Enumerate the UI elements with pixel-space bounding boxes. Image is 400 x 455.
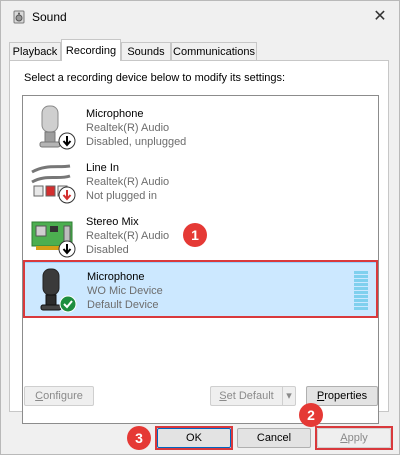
device-name: Microphone [86,108,144,120]
speaker-icon [11,9,27,25]
title-bar: Sound ✕ [1,1,399,33]
annotation-highlight-apply [315,426,393,450]
device-driver: Realtek(R) Audio [86,122,170,134]
set-default-button[interactable]: Set Default [210,386,282,406]
device-driver: Realtek(R) Audio [86,176,170,188]
device-name: Line In [86,162,120,174]
device-status: Disabled, unplugged [86,136,187,148]
annotation-badge: 3 [127,426,151,450]
device-status: Not plugged in [86,190,157,202]
annotation-highlight-selected-device [23,260,378,318]
annotation-badge: 1 [183,223,207,247]
tab-communications[interactable]: Communications [171,42,257,60]
device-list: Microphone Realtek(R) Audio Disabled, un… [22,95,379,424]
down-arrow-badge-icon [58,132,76,153]
red-down-arrow-badge-icon [58,186,76,207]
tab-playback[interactable]: Playback [9,42,61,60]
chevron-down-icon: ▾ [286,390,292,402]
window-title: Sound [32,10,67,24]
properties-button[interactable]: Properties [306,386,378,406]
tab-strip: Playback Recording Sounds Communications [9,39,389,61]
annotation-highlight-ok [155,426,233,450]
configure-button[interactable]: Configure [24,386,94,406]
device-status: Disabled [86,244,129,256]
cancel-button[interactable]: Cancel [237,428,311,448]
device-row-line-in[interactable]: Line In Realtek(R) Audio Not plugged in [24,154,377,210]
device-row-microphone-realtek[interactable]: Microphone Realtek(R) Audio Disabled, un… [24,100,377,156]
close-button[interactable]: ✕ [369,6,391,28]
device-driver: Realtek(R) Audio [86,230,170,242]
instruction-text: Select a recording device below to modif… [24,72,286,84]
sound-dialog: Sound ✕ Playback Recording Sounds Commun… [0,0,400,455]
tab-recording[interactable]: Recording [61,39,121,61]
down-arrow-badge-icon [58,240,76,261]
tab-sounds[interactable]: Sounds [121,42,171,60]
annotation-badge: 2 [299,403,323,427]
device-name: Stereo Mix [86,216,139,228]
set-default-dropdown[interactable]: ▾ [282,386,296,406]
